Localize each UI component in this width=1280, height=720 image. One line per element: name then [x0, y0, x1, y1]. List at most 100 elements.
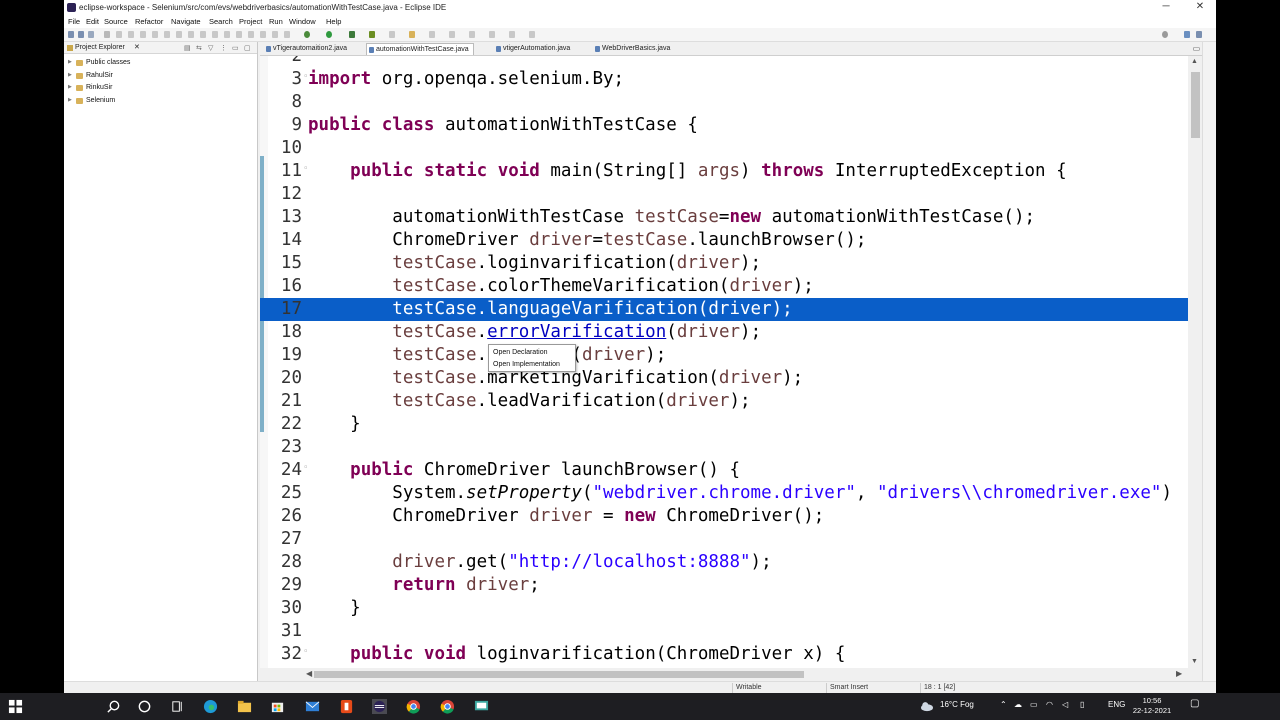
office-icon[interactable]: [339, 699, 354, 714]
expand-arrow-icon[interactable]: ▶: [68, 84, 72, 90]
view-menu-icon[interactable]: ⋮: [220, 44, 227, 52]
toolbar-icon[interactable]: [509, 31, 515, 38]
mail-icon[interactable]: [305, 699, 320, 714]
network-icon[interactable]: ☁: [1014, 700, 1022, 709]
expand-arrow-icon[interactable]: ▶: [68, 97, 72, 103]
code-line[interactable]: 21 testCase.leadVarification(driver);: [260, 390, 1202, 413]
system-clock[interactable]: 10:56 22-12-2021: [1132, 696, 1172, 716]
code-line[interactable]: 23: [260, 436, 1202, 459]
toolbar-icon[interactable]: [236, 31, 242, 38]
toolbar-icon[interactable]: [212, 31, 218, 38]
toggle-icon[interactable]: [116, 31, 122, 38]
cortana-icon[interactable]: [137, 699, 152, 714]
menu-help[interactable]: Help: [326, 17, 341, 26]
toolbar-icon[interactable]: [429, 31, 435, 38]
code-line[interactable]: 18 testCase.errorVarification(driver);: [260, 321, 1202, 344]
wifi-icon[interactable]: ◠: [1046, 700, 1053, 709]
scroll-right-icon[interactable]: ▶: [1176, 669, 1182, 678]
search-icon[interactable]: [1162, 31, 1168, 38]
tree-item-public-classes[interactable]: ▶ Public classes: [64, 57, 257, 70]
code-line[interactable]: 10: [260, 137, 1202, 160]
tree-item-selenium[interactable]: ▶ Selenium: [64, 95, 257, 108]
toolbar-icon[interactable]: [152, 31, 158, 38]
code-line[interactable]: 27: [260, 528, 1202, 551]
code-line[interactable]: 29 return driver;: [260, 574, 1202, 597]
code-line[interactable]: 26 ChromeDriver driver = new ChromeDrive…: [260, 505, 1202, 528]
menu-run[interactable]: Run: [269, 17, 283, 26]
toolbar-icon[interactable]: [272, 31, 278, 38]
tree-item-rinkusir[interactable]: ▶ RinkuSir: [64, 82, 257, 95]
toolbar-icon[interactable]: [200, 31, 206, 38]
scroll-down-icon[interactable]: ▼: [1191, 658, 1198, 665]
weather-text[interactable]: 16°C Fog: [940, 700, 974, 709]
toolbar-icon[interactable]: [188, 31, 194, 38]
tab-automationwithtestcase[interactable]: automationWithTestCase.java: [366, 43, 474, 55]
code-editor[interactable]: 2 3 ◦ import org.openqa.selenium.By; 8 9 publi…: [260, 56, 1202, 668]
horizontal-scrollbar[interactable]: ◀ ▶: [304, 668, 1188, 680]
toolbar-icon[interactable]: [224, 31, 230, 38]
menu-source[interactable]: Source: [104, 17, 128, 26]
filter-icon[interactable]: ▽: [208, 44, 213, 52]
menu-refactor[interactable]: Refactor: [135, 17, 163, 26]
coverage-icon[interactable]: [349, 31, 355, 38]
code-line[interactable]: 30 }: [260, 597, 1202, 620]
app-icon[interactable]: [474, 699, 489, 714]
vertical-scrollbar[interactable]: ▲ ▼: [1188, 56, 1202, 668]
toolbar-icon[interactable]: [529, 31, 535, 38]
code-line[interactable]: 15 testCase.loginvarification(driver);: [260, 252, 1202, 275]
external-tools-icon[interactable]: [369, 31, 375, 38]
notifications-icon[interactable]: ▢: [1190, 698, 1199, 709]
file-explorer-icon[interactable]: [237, 699, 252, 714]
code-line[interactable]: 28 driver.get("http://localhost:8888");: [260, 551, 1202, 574]
code-line[interactable]: 19 testCase. (driver);: [260, 344, 1202, 367]
expand-arrow-icon[interactable]: ▶: [68, 59, 72, 65]
code-line[interactable]: 11 ◦ public static void main(String[] arg…: [260, 160, 1202, 183]
tab-vtigerautomaition2[interactable]: vTigerautomaition2.java: [264, 43, 351, 55]
power-icon[interactable]: ▯: [1080, 700, 1084, 709]
code-line[interactable]: 14 ChromeDriver driver=testCase.launchBr…: [260, 229, 1202, 252]
java-perspective-icon[interactable]: [1196, 31, 1202, 38]
code-line[interactable]: 20 testCase.marketingVarification(driver…: [260, 367, 1202, 390]
toolbar-icon[interactable]: [284, 31, 290, 38]
code-line[interactable]: 32 ◦ public void loginvarification(Chrome…: [260, 643, 1202, 666]
edge-browser-icon[interactable]: [203, 699, 218, 714]
code-line[interactable]: 13 automationWithTestCase testCase=new a…: [260, 206, 1202, 229]
expand-arrow-icon[interactable]: ▶: [68, 72, 72, 78]
scroll-thumb[interactable]: [1191, 72, 1200, 138]
toolbar-icon[interactable]: [469, 31, 475, 38]
scroll-thumb[interactable]: [314, 671, 804, 678]
menu-file[interactable]: File: [68, 17, 80, 26]
close-button[interactable]: ✕: [1190, 1, 1210, 12]
tree-item-rahulsir[interactable]: ▶ RahulSir: [64, 70, 257, 83]
save-icon[interactable]: [78, 31, 84, 38]
code-line[interactable]: 9 public class automationWithTestCase {: [260, 114, 1202, 137]
new-package-icon[interactable]: [409, 31, 415, 38]
input-language[interactable]: ENG: [1108, 700, 1125, 709]
print-icon[interactable]: [104, 31, 110, 38]
code-line[interactable]: 24 ◦ public ChromeDriver launchBrowser() …: [260, 459, 1202, 482]
new-icon[interactable]: [68, 31, 74, 38]
minimize-view-icon[interactable]: ▭: [232, 44, 239, 52]
project-explorer-title[interactable]: Project Explorer: [75, 44, 125, 51]
code-line[interactable]: 22 }: [260, 413, 1202, 436]
toolbar-icon[interactable]: [128, 31, 134, 38]
menu-search[interactable]: Search: [209, 17, 233, 26]
toolbar-icon[interactable]: [389, 31, 395, 38]
onedrive-icon[interactable]: ▭: [1030, 700, 1038, 709]
maximize-view-icon[interactable]: ▢: [244, 44, 251, 52]
menu-edit[interactable]: Edit: [86, 17, 99, 26]
menu-window[interactable]: Window: [289, 17, 316, 26]
volume-icon[interactable]: ◁: [1062, 700, 1068, 709]
scroll-up-icon[interactable]: ▲: [1191, 58, 1198, 65]
task-view-icon[interactable]: [170, 699, 185, 714]
toolbar-icon[interactable]: [176, 31, 182, 38]
chrome-icon[interactable]: [406, 699, 421, 714]
toolbar-icon[interactable]: [449, 31, 455, 38]
run-icon[interactable]: [326, 31, 332, 38]
code-line[interactable]: 2: [260, 56, 1202, 68]
debug-icon[interactable]: [304, 31, 310, 38]
show-hidden-icons[interactable]: ⌃: [1000, 700, 1007, 709]
open-declaration-item[interactable]: Open Declaration: [493, 349, 547, 356]
perspective-icon[interactable]: [1184, 31, 1190, 38]
link-editor-icon[interactable]: ⇆: [196, 44, 202, 52]
